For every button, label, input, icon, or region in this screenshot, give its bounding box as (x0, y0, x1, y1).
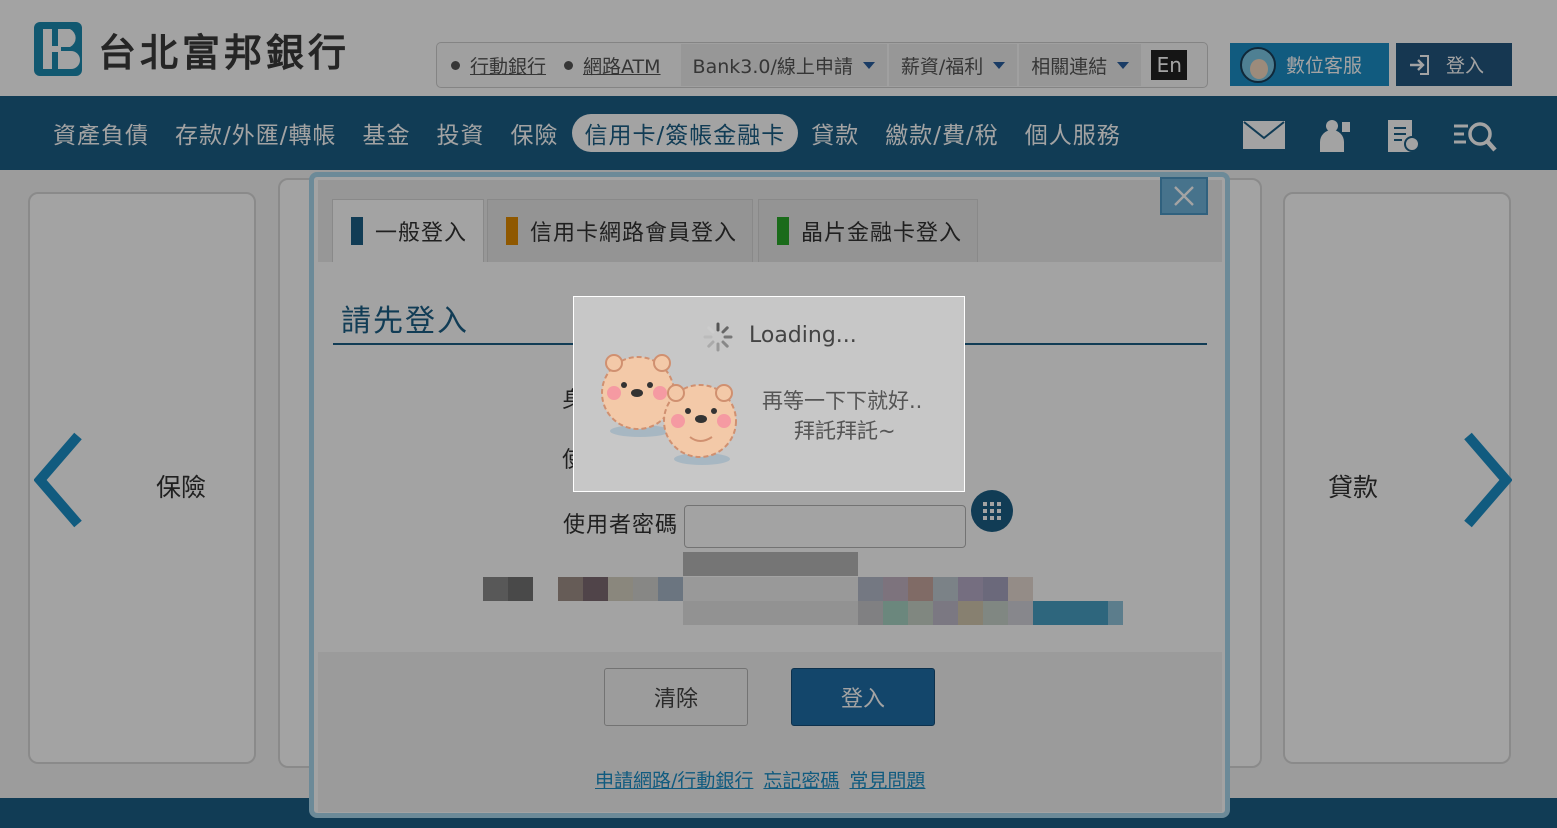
loading-title: Loading... (749, 323, 857, 348)
loading-dialog: Loading... 再等一下下就好.. 拜託拜託~ (573, 296, 965, 492)
loading-message-line1: 再等一下下就好.. (762, 389, 923, 413)
loading-message-line2: 拜託拜託~ (794, 419, 896, 443)
spinner-icon (703, 322, 733, 352)
mascot-illustration (601, 354, 737, 465)
